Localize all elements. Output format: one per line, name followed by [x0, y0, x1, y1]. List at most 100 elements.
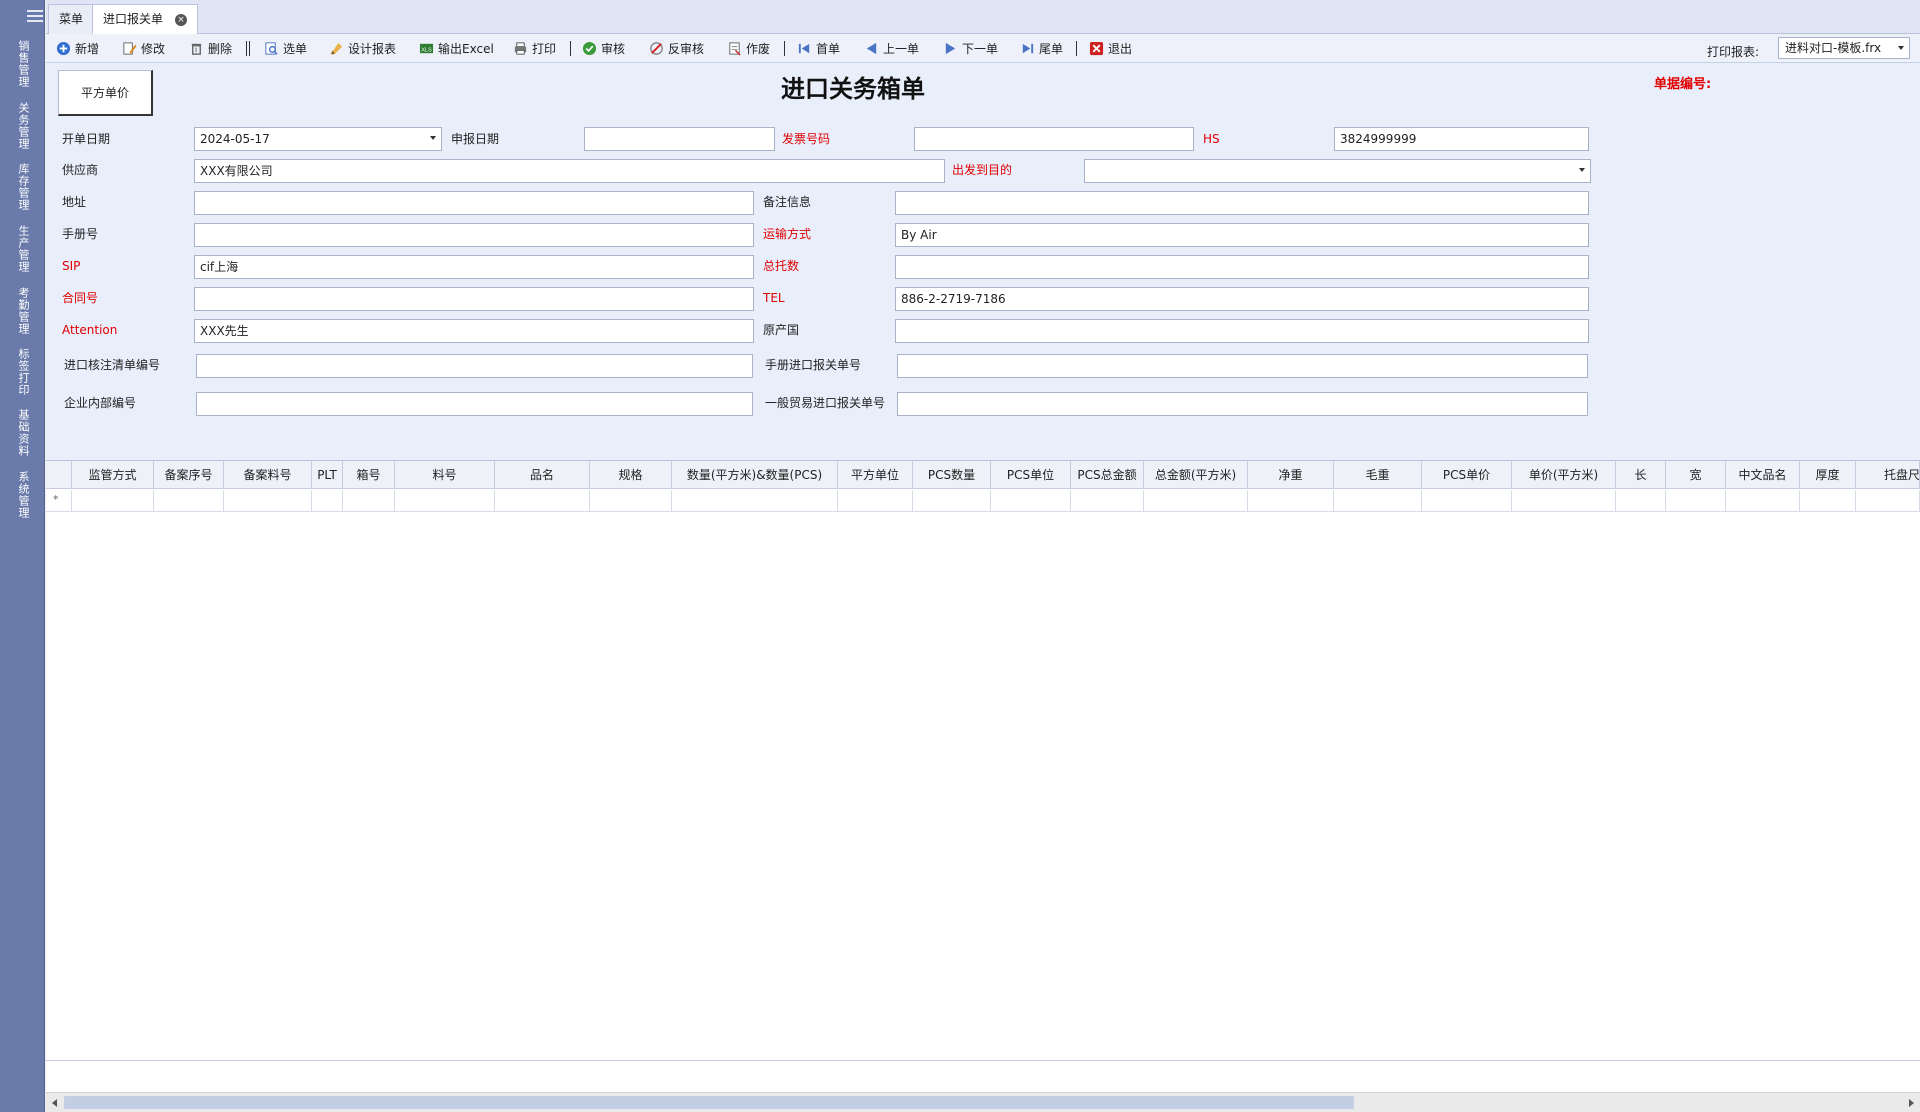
grid-cell[interactable]: [590, 490, 672, 512]
sidebar-item-label-print[interactable]: 标签打印: [12, 348, 34, 396]
grid-cell[interactable]: [343, 490, 395, 512]
column-header[interactable]: 平方单位: [838, 461, 913, 489]
supplier-input[interactable]: XXX有限公司: [194, 159, 945, 183]
column-header[interactable]: 长: [1616, 461, 1666, 489]
column-header[interactable]: PCS单价: [1422, 461, 1512, 489]
declare-date-input[interactable]: [584, 127, 775, 151]
column-header[interactable]: 箱号: [343, 461, 395, 489]
sidebar-item-production[interactable]: 生产管理: [12, 225, 34, 273]
manual-no-input[interactable]: [194, 223, 754, 247]
scroll-thumb[interactable]: [64, 1096, 1354, 1109]
grid-cell[interactable]: [1248, 490, 1334, 512]
sidebar-item-inventory[interactable]: 库存管理: [12, 163, 34, 211]
sidebar-item-sales[interactable]: 销售管理: [12, 40, 34, 88]
grid-cell[interactable]: [312, 490, 343, 512]
design-report-button[interactable]: 设计报表: [329, 39, 396, 59]
column-header[interactable]: 单价(平方米): [1512, 461, 1616, 489]
sip-input[interactable]: cif上海: [194, 255, 754, 279]
next-doc-button[interactable]: 下一单: [943, 39, 998, 59]
grid-cell[interactable]: [913, 490, 991, 512]
grid-cell[interactable]: [495, 490, 590, 512]
menu-icon[interactable]: [27, 10, 43, 24]
column-header[interactable]: PCS总金额: [1071, 461, 1144, 489]
column-header[interactable]: 数量(平方米)&数量(PCS): [672, 461, 838, 489]
export-excel-button[interactable]: XLS 输出Excel: [419, 39, 494, 59]
grid-cell[interactable]: [1334, 490, 1422, 512]
select-doc-button[interactable]: 选单: [264, 39, 307, 59]
delete-button[interactable]: 删除: [189, 39, 232, 59]
tab-menu[interactable]: 菜单: [48, 4, 95, 34]
grid-cell[interactable]: [1422, 490, 1512, 512]
column-header[interactable]: 中文品名: [1726, 461, 1800, 489]
new-button[interactable]: 新增: [56, 39, 99, 59]
last-doc-button[interactable]: 尾单: [1020, 39, 1063, 59]
sidebar-item-basic-data[interactable]: 基础资料: [12, 409, 34, 457]
first-doc-button[interactable]: 首单: [797, 39, 840, 59]
column-header[interactable]: 备案序号: [154, 461, 224, 489]
grid-cell[interactable]: [1726, 490, 1800, 512]
tel-input[interactable]: 886-2-2719-7186: [895, 287, 1589, 311]
grid-cell[interactable]: [1616, 490, 1666, 512]
total-pallets-input[interactable]: [895, 255, 1589, 279]
prev-doc-button[interactable]: 上一单: [864, 39, 919, 59]
column-header[interactable]: PCS单位: [991, 461, 1071, 489]
grid-cell[interactable]: [224, 490, 312, 512]
row-selector[interactable]: *: [46, 490, 72, 512]
square-unit-price-button[interactable]: 平方单价: [58, 70, 153, 116]
remarks-input[interactable]: [895, 191, 1589, 215]
grid-cell[interactable]: [991, 490, 1071, 512]
column-header[interactable]: 品名: [495, 461, 590, 489]
column-header[interactable]: 监管方式: [72, 461, 154, 489]
column-header[interactable]: 备案料号: [224, 461, 312, 489]
sidebar-item-system[interactable]: 系统管理: [12, 471, 34, 519]
column-header[interactable]: 毛重: [1334, 461, 1422, 489]
column-header[interactable]: 净重: [1248, 461, 1334, 489]
unapprove-button[interactable]: 反审核: [649, 39, 704, 59]
manual-import-no-input[interactable]: [897, 354, 1588, 378]
scroll-left-icon[interactable]: [52, 1099, 57, 1107]
grid-cell[interactable]: [1800, 490, 1856, 512]
column-header[interactable]: 托盘尺: [1856, 461, 1920, 489]
grid-cell[interactable]: [1666, 490, 1726, 512]
transport-input[interactable]: By Air: [895, 223, 1589, 247]
print-template-select[interactable]: 进料对口-模板.frx: [1778, 37, 1910, 59]
invoice-no-input[interactable]: [914, 127, 1194, 151]
contract-no-input[interactable]: [194, 287, 754, 311]
new-row[interactable]: *: [46, 490, 1920, 512]
grid-cell[interactable]: [672, 490, 838, 512]
grid-cell[interactable]: [1071, 490, 1144, 512]
scroll-right-icon[interactable]: [1909, 1099, 1914, 1107]
approve-button[interactable]: 审核: [582, 39, 625, 59]
print-button[interactable]: 打印: [513, 39, 556, 59]
address-input[interactable]: [194, 191, 754, 215]
grid-cell[interactable]: [72, 490, 154, 512]
grid-cell[interactable]: [838, 490, 913, 512]
column-header[interactable]: PLT: [312, 461, 343, 489]
hs-input[interactable]: 3824999999: [1334, 127, 1589, 151]
origin-dest-select[interactable]: [1084, 159, 1591, 183]
sidebar-item-attendance[interactable]: 考勤管理: [12, 287, 34, 335]
column-header[interactable]: 总金额(平方米): [1144, 461, 1248, 489]
grid-cell[interactable]: [395, 490, 495, 512]
close-icon[interactable]: ×: [175, 13, 188, 26]
grid-cell[interactable]: [154, 490, 224, 512]
sidebar-item-customs[interactable]: 关务管理: [12, 102, 34, 150]
grid-cell[interactable]: [1856, 490, 1920, 512]
column-header[interactable]: 宽: [1666, 461, 1726, 489]
grid-cell[interactable]: [1144, 490, 1248, 512]
attention-input[interactable]: XXX先生: [194, 319, 754, 343]
column-header[interactable]: 厚度: [1800, 461, 1856, 489]
origin-country-input[interactable]: [895, 319, 1589, 343]
horizontal-scrollbar[interactable]: [46, 1092, 1920, 1112]
void-button[interactable]: 作废: [727, 39, 770, 59]
tab-import-declaration[interactable]: 进口报关单 ×: [92, 4, 199, 34]
exit-button[interactable]: 退出: [1089, 39, 1132, 59]
edit-button[interactable]: 修改: [122, 39, 165, 59]
open-date-picker[interactable]: 2024-05-17: [194, 127, 442, 151]
import-check-no-input[interactable]: [196, 354, 753, 378]
column-header[interactable]: 规格: [590, 461, 672, 489]
grid-cell[interactable]: [1512, 490, 1616, 512]
column-header[interactable]: 料号: [395, 461, 495, 489]
internal-no-input[interactable]: [196, 392, 753, 416]
column-header[interactable]: PCS数量: [913, 461, 991, 489]
